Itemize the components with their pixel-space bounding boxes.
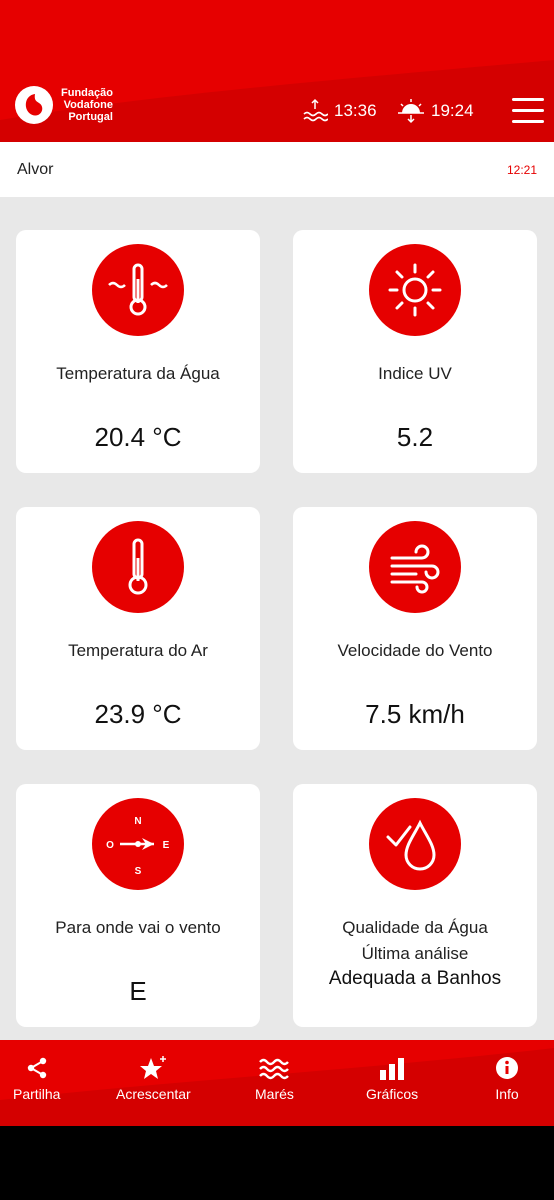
nav-share[interactable]: Partilha (13, 1056, 60, 1102)
wind-speed-value: 7.5 km/h (365, 699, 465, 729)
star-plus-icon (140, 1056, 167, 1079)
vodafone-logo-icon (15, 86, 53, 124)
water-quality-sublabel: Última análise (361, 944, 469, 963)
hamburger-line-3 (512, 120, 544, 123)
wind-direction-label: Para onde vai o vento (55, 918, 221, 937)
water-quality-value: Adequada a Banhos (328, 968, 502, 989)
waves-icon (259, 1058, 290, 1080)
wind-speed-card[interactable]: Velocidade do Vento 7.5 km/h (293, 507, 537, 750)
last-update-time: 12:21 (506, 163, 537, 177)
water-quality-card[interactable]: Qualidade da Água Última análise Adequad… (293, 784, 537, 1027)
nav-tides-label: Marés (255, 1086, 294, 1102)
bar-chart-icon (380, 1058, 405, 1080)
compass-s-label: S (135, 866, 142, 877)
water-drop-check-icon (369, 798, 461, 890)
sunset-icon (398, 99, 424, 124)
nav-charts-label: Gráficos (366, 1086, 419, 1102)
hamburger-line-2 (512, 109, 544, 112)
app-header: Fundação Vodafone Portugal 13:36 19:24 (0, 0, 554, 142)
location-name: Alvor (17, 161, 54, 178)
system-navigation-bar (0, 1126, 554, 1200)
location-bar[interactable]: Alvor 12:21 (0, 142, 554, 197)
tide-waves-arrow-icon (303, 98, 328, 122)
compass-o-label: O (106, 840, 114, 851)
info-icon (496, 1057, 518, 1079)
air-temperature-label: Temperatura do Ar (68, 641, 208, 660)
tide-time: 13:36 (302, 98, 377, 124)
sunset-time-value: 19:24 (431, 101, 474, 120)
hamburger-icon (512, 98, 544, 101)
share-icon (27, 1057, 46, 1079)
uv-index-value: 5.2 (396, 422, 434, 452)
logo-line-2: Vodafone (63, 99, 113, 111)
wind-icon (369, 521, 461, 613)
thermometer-icon (92, 521, 184, 613)
wind-speed-label: Velocidade do Vento (337, 641, 493, 660)
sun-icon (369, 244, 461, 336)
compass-e-label: E (163, 840, 170, 851)
nav-charts[interactable]: Gráficos (366, 1056, 418, 1102)
air-temperature-value: 23.9 °C (94, 699, 182, 729)
water-temperature-label: Temperatura da Água (56, 364, 220, 383)
wind-direction-card[interactable]: N S E O Para onde vai o vento E (16, 784, 260, 1027)
bottom-navigation: Partilha Acrescentar Marés Gráficos Info (0, 1040, 554, 1126)
logo-text: Fundação Vodafone Portugal (61, 87, 113, 123)
nav-add[interactable]: Acrescentar (116, 1056, 191, 1102)
water-temperature-card[interactable]: Temperatura da Água 20.4 °C (16, 230, 260, 473)
water-quality-label: Qualidade da Água (342, 918, 488, 937)
uv-index-label: Indice UV (378, 364, 452, 383)
logo-line-1: Fundação (61, 87, 113, 99)
uv-index-card[interactable]: Indice UV 5.2 (293, 230, 537, 473)
compass-n-label: N (134, 816, 141, 827)
water-thermometer-icon (92, 244, 184, 336)
wind-direction-value: E (129, 976, 147, 1006)
compass-icon: N S E O (92, 798, 184, 890)
vodafone-logo: Fundação Vodafone Portugal (15, 86, 113, 124)
water-temperature-value: 20.4 °C (94, 422, 182, 452)
nav-info-label: Info (495, 1086, 519, 1102)
air-temperature-card[interactable]: Temperatura do Ar 23.9 °C (16, 507, 260, 750)
nav-info[interactable]: Info (495, 1056, 519, 1102)
nav-add-label: Acrescentar (116, 1086, 191, 1102)
nav-tides[interactable]: Marés (255, 1056, 294, 1102)
hamburger-menu-button[interactable] (512, 98, 544, 124)
tide-time-value: 13:36 (334, 101, 377, 120)
sunset-time: 19:24 (397, 98, 474, 124)
logo-line-3: Portugal (68, 111, 113, 123)
nav-share-label: Partilha (13, 1086, 61, 1102)
